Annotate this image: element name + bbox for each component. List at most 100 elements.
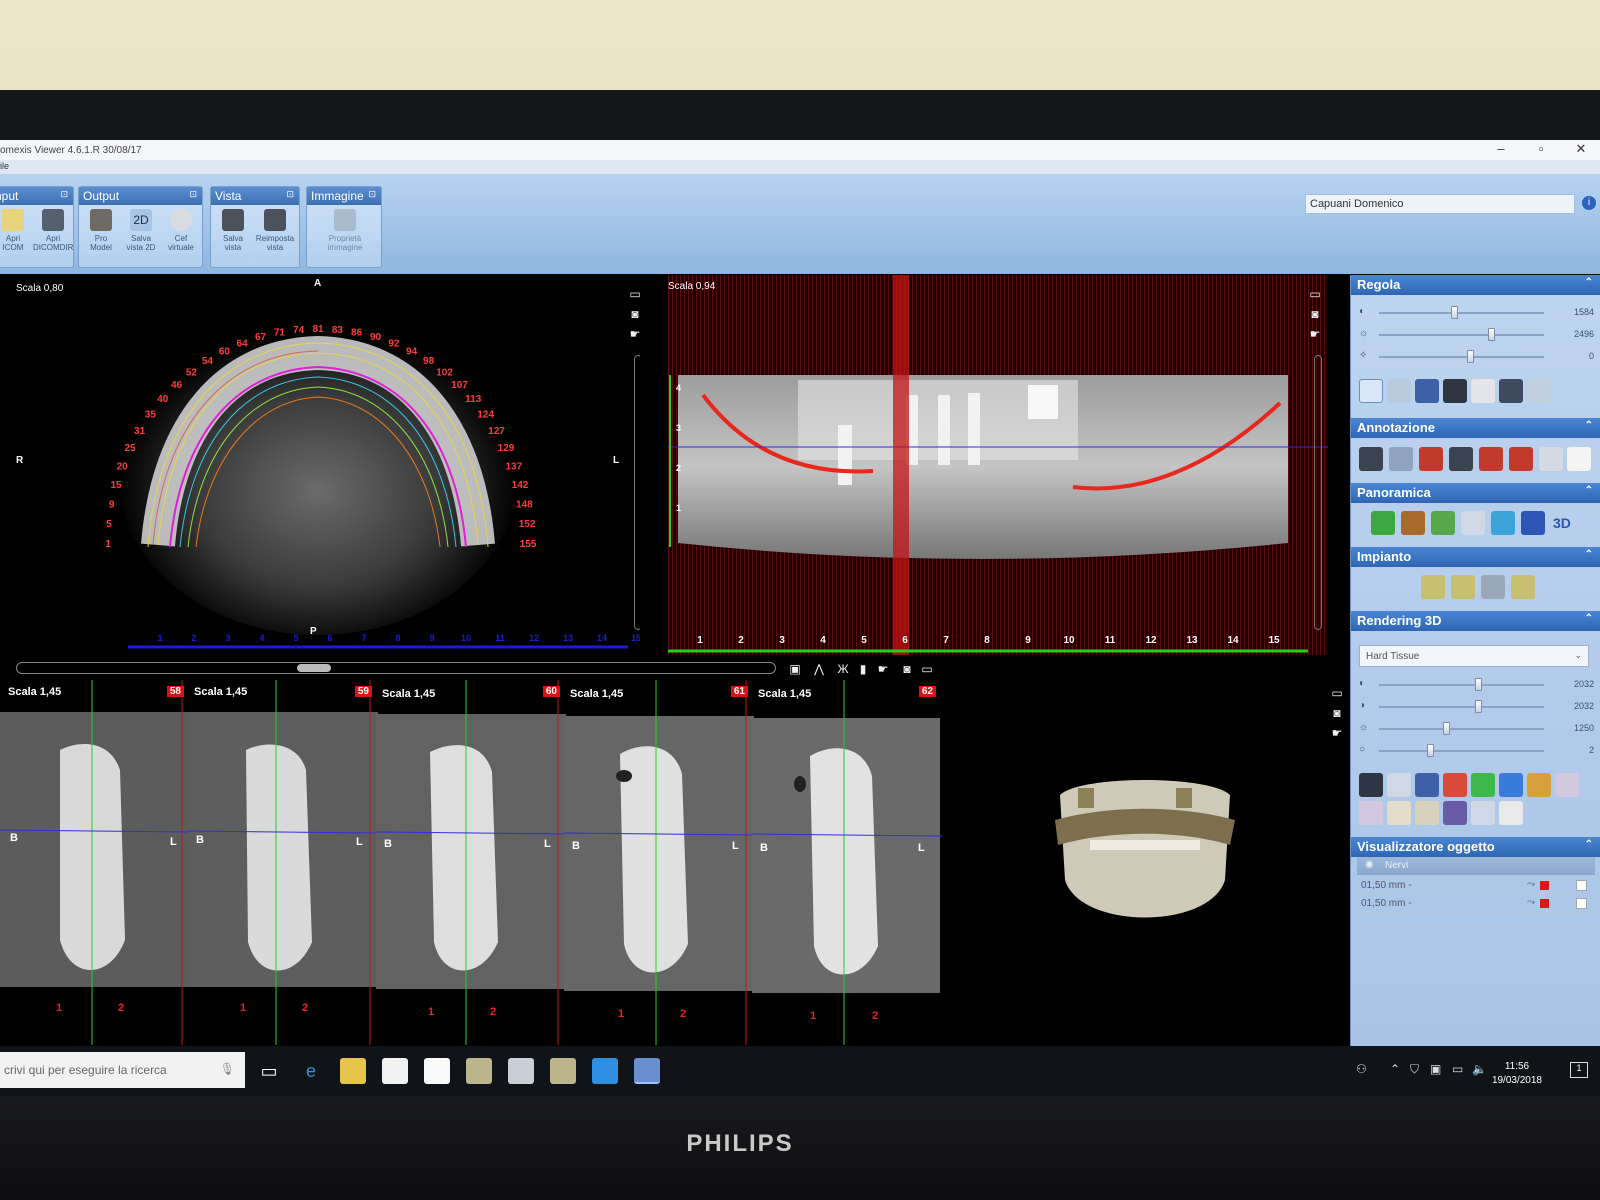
render-quality-slider[interactable]: ○ 2: [1359, 741, 1594, 761]
collapse-icon[interactable]: ⌃: [1585, 549, 1593, 560]
chevron-up-icon[interactable]: ⌃: [1390, 1062, 1400, 1076]
romexis-taskbar-icon[interactable]: [634, 1058, 660, 1084]
red-plane-icon[interactable]: [1443, 773, 1467, 797]
marker-icon[interactable]: ▮: [856, 662, 870, 676]
slice-scrollbar-thumb[interactable]: [297, 664, 331, 672]
render-image-icon[interactable]: [1359, 773, 1383, 797]
visibility-checkbox[interactable]: [1576, 880, 1587, 891]
implant-measure-icon[interactable]: [1511, 575, 1535, 599]
camera-icon[interactable]: ◙: [900, 662, 914, 676]
slider-thumb[interactable]: [1487, 328, 1495, 341]
object-row[interactable]: 01,50 mm - ⤳: [1357, 895, 1595, 913]
open-dicom-button[interactable]: Apri ICOM: [0, 209, 33, 252]
expand-icon[interactable]: ⊡: [60, 189, 68, 200]
slider-thumb[interactable]: [1475, 678, 1482, 691]
axial-image[interactable]: 159152025313540465254606467 71 74 81 83 86 909…: [8, 275, 640, 655]
window-level-icon[interactable]: [1415, 379, 1439, 403]
cross-section-slice[interactable]: Scala 1,45 59 B L 1 2: [187, 680, 379, 1045]
auto-curve-icon[interactable]: [1491, 511, 1515, 535]
cross-section-slice[interactable]: Scala 1,45 61 B L 1 2: [563, 680, 755, 1045]
visibility-checkbox[interactable]: [1576, 898, 1587, 909]
expand-icon[interactable]: ⊡: [368, 189, 376, 200]
contrast-slider[interactable]: ☼ 2496: [1359, 325, 1594, 345]
expand-icon[interactable]: ⊡: [189, 189, 197, 200]
open-dicomdir-button[interactable]: Apri DICOMDIR: [33, 209, 73, 252]
annotazione-header[interactable]: Annotazione ⌃: [1351, 418, 1600, 438]
mirror-icon[interactable]: ⋀: [812, 662, 826, 676]
rendering-preset-select[interactable]: Hard Tissue ⌄: [1359, 645, 1589, 667]
axial-scrollbar[interactable]: [634, 355, 640, 630]
skull-icon[interactable]: [1471, 379, 1495, 403]
panoramic-view[interactable]: 1 2 3 4 5 6 7 8 9 10 11 12 13 14 15 4321 Scala 0,94 ▭ …: [668, 275, 1328, 655]
collapse-icon[interactable]: ⌃: [1585, 485, 1593, 496]
slider-thumb[interactable]: [1443, 722, 1450, 735]
text-annotation-icon[interactable]: [1419, 447, 1443, 471]
render-brightness-slider[interactable]: ◐ 2032: [1359, 675, 1594, 695]
people-icon[interactable]: ⚇: [1356, 1062, 1367, 1076]
angle-icon[interactable]: [1389, 447, 1413, 471]
volume-icon[interactable]: 🔈: [1472, 1062, 1487, 1076]
panoramica-header[interactable]: Panoramica ⌃: [1351, 483, 1600, 503]
object-row[interactable]: 01,50 mm - ⤳: [1357, 877, 1595, 895]
app-icon[interactable]: [550, 1058, 576, 1084]
brightness-slider[interactable]: ◐ 1584: [1359, 303, 1594, 323]
eye-icon[interactable]: ◉: [1365, 859, 1374, 870]
taskbar-search-input[interactable]: crivi qui per eseguire la ricerca 🎙: [0, 1052, 245, 1088]
render-contrast-slider[interactable]: ◑ 2032: [1359, 697, 1594, 717]
function-icon[interactable]: [1521, 511, 1545, 535]
slice-scrollbar[interactable]: [16, 662, 776, 674]
info-icon[interactable]: i: [1582, 196, 1596, 210]
nerve-icon[interactable]: [1401, 511, 1425, 535]
maximize-button[interactable]: ▫: [1526, 141, 1556, 156]
pencil-icon[interactable]: [1539, 447, 1563, 471]
measure-icon[interactable]: Ж: [836, 662, 850, 676]
camera-icon[interactable]: ◙: [628, 307, 640, 321]
implant-library-icon[interactable]: [1481, 575, 1505, 599]
impianto-header[interactable]: Impianto ⌃: [1351, 547, 1600, 567]
regola-header[interactable]: Regola ⌃: [1351, 275, 1600, 295]
expand-icon[interactable]: ⊡: [286, 189, 294, 200]
save-2d-view-button[interactable]: 2D Salva vista 2D: [121, 209, 161, 252]
app-icon[interactable]: [592, 1058, 618, 1084]
menu-file[interactable]: ile: [0, 161, 9, 171]
camera-icon[interactable]: ◙: [1330, 706, 1344, 720]
file-explorer-icon[interactable]: [340, 1058, 366, 1084]
zoom-icon[interactable]: [1359, 379, 1383, 403]
rotate-icon[interactable]: [1387, 773, 1411, 797]
display-icon[interactable]: ▭: [1452, 1062, 1463, 1076]
invert-icon[interactable]: [1443, 379, 1467, 403]
ruler-icon[interactable]: [1359, 447, 1383, 471]
hand-icon[interactable]: ☛: [876, 662, 890, 676]
collapse-icon[interactable]: ⌃: [1585, 420, 1593, 431]
visualizzatore-header[interactable]: Visualizzatore oggetto ⌃: [1351, 837, 1600, 857]
soft-tissue-icon[interactable]: [1387, 801, 1411, 825]
hand-icon[interactable]: ☛: [628, 327, 640, 341]
rendering-header[interactable]: Rendering 3D ⌃: [1351, 611, 1600, 631]
3d-skull-render[interactable]: [960, 680, 1350, 1045]
tooth-icon[interactable]: [1567, 447, 1591, 471]
panoramic-scrollbar[interactable]: [1314, 355, 1322, 630]
slider-thumb[interactable]: [1467, 350, 1474, 363]
magnifier-icon[interactable]: [1387, 379, 1411, 403]
color-swatch[interactable]: [1540, 881, 1549, 890]
box-icon[interactable]: [1555, 773, 1579, 797]
3d-button[interactable]: 3D: [1553, 515, 1571, 531]
slice-image[interactable]: [375, 680, 567, 1045]
cross-section-slice[interactable]: Scala 1,45 62 B L 1 2: [751, 680, 943, 1045]
app-icon[interactable]: [466, 1058, 492, 1084]
3d-render-view[interactable]: ▭ ◙ ☛: [960, 680, 1350, 1045]
patient-name-field[interactable]: Capuani Domenico: [1305, 194, 1575, 214]
task-view-icon[interactable]: ▭: [256, 1058, 282, 1084]
slice-image[interactable]: [751, 680, 943, 1045]
label-icon[interactable]: [1449, 447, 1473, 471]
collapse-icon[interactable]: ⌃: [1585, 613, 1593, 624]
maximize-view-icon[interactable]: ▭: [628, 287, 640, 301]
green-plane-icon[interactable]: [1471, 773, 1495, 797]
sharpness-slider[interactable]: ✧ 0: [1359, 347, 1594, 367]
slice-image[interactable]: [0, 680, 191, 1045]
save-view-button[interactable]: Salva vista: [213, 209, 253, 252]
skull-dark-icon[interactable]: [1499, 379, 1523, 403]
maximize-view-icon[interactable]: ▭: [1308, 287, 1322, 301]
reset-view-button[interactable]: Reimposta vista: [255, 209, 295, 252]
erase-curve-icon[interactable]: [1461, 511, 1485, 535]
